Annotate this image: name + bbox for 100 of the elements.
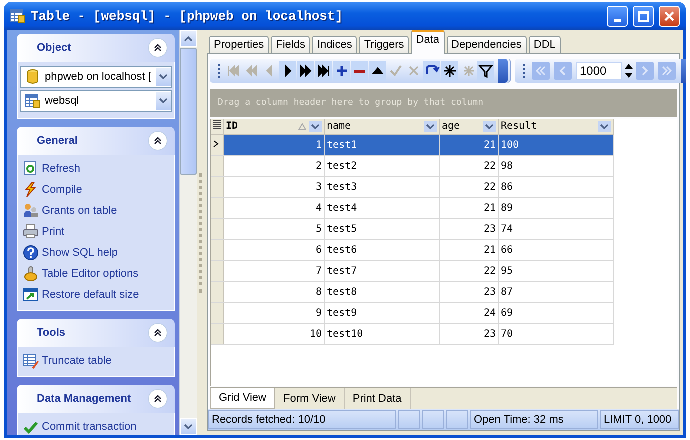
database-icon: [25, 69, 41, 85]
status-text: Open Time: 32 ms: [470, 410, 598, 429]
column-header[interactable]: ID: [224, 119, 324, 134]
group-header[interactable]: Tools: [17, 319, 175, 347]
group-title: Data Management: [37, 393, 132, 405]
tab[interactable]: Properties: [209, 36, 270, 53]
lightning-icon: [23, 182, 39, 198]
maximize-icon: [638, 10, 649, 22]
toolbar-button[interactable]: [477, 61, 494, 81]
group-header[interactable]: Data Management: [17, 385, 175, 413]
table-cell: 23: [440, 324, 498, 344]
dropdown-icon: [159, 98, 168, 104]
fast-forward-icon: [298, 63, 314, 79]
collapse-button[interactable]: [149, 39, 167, 57]
group-header[interactable]: Object: [17, 34, 175, 62]
toolbar-button[interactable]: [315, 61, 332, 81]
scrollbar[interactable]: [179, 30, 197, 435]
tab[interactable]: Dependencies: [446, 36, 527, 53]
column-header[interactable]: Result: [498, 119, 614, 134]
sidebar-link[interactable]: Table Editor options: [42, 268, 139, 280]
maximize-button[interactable]: [633, 6, 654, 26]
table-cell: test7: [324, 260, 440, 282]
page-size-field[interactable]: 1000: [576, 62, 622, 80]
combo-box[interactable]: websql: [20, 90, 172, 112]
collapse-button[interactable]: [149, 324, 167, 342]
status-text: LIMIT 0, 1000: [600, 410, 679, 429]
tab[interactable]: Triggers: [359, 36, 410, 53]
column-header[interactable]: age: [440, 119, 498, 134]
sidebar-link[interactable]: Restore default size: [42, 288, 140, 300]
users-icon: [23, 202, 39, 218]
toolbar-button[interactable]: [423, 61, 440, 81]
sidebar-link[interactable]: Print: [42, 226, 65, 238]
sidebar-link[interactable]: Grants on table: [42, 204, 118, 216]
sidebar-link[interactable]: Show SQL help: [42, 246, 118, 258]
table-cell: 22: [440, 156, 498, 176]
asterisk-icon: [442, 63, 458, 79]
toolbar-button[interactable]: [279, 61, 296, 81]
view-tab[interactable]: Grid View: [210, 388, 276, 409]
group-title: Tools: [37, 327, 67, 339]
group-header[interactable]: General: [17, 127, 175, 155]
dropdown-icon: [600, 124, 609, 130]
filter-dropdown[interactable]: [598, 121, 611, 132]
filter-dropdown[interactable]: [309, 121, 322, 132]
table-cell: 21: [440, 240, 498, 260]
table-cell: 66: [498, 240, 614, 260]
table-cell: test10: [324, 324, 440, 344]
tab[interactable]: Indices: [312, 36, 358, 53]
tab[interactable]: Data: [411, 30, 445, 54]
combo-box[interactable]: phpweb on localhost [: [20, 66, 172, 88]
column-chooser-icon[interactable]: [213, 120, 221, 130]
group-title: Object: [37, 42, 72, 54]
minimize-button[interactable]: [607, 6, 628, 26]
column-header[interactable]: name: [324, 119, 440, 134]
sidebar-link[interactable]: Compile: [42, 184, 82, 196]
dropdown-icon: [159, 74, 168, 80]
table-cell: 8: [224, 282, 324, 302]
table-cell: 21: [440, 134, 498, 156]
knob-icon: [23, 266, 39, 282]
table-cell: 69: [498, 302, 614, 324]
double-chevron-icon: [154, 44, 162, 52]
filter-dropdown[interactable]: [483, 121, 496, 132]
scroll-down-icon[interactable]: [184, 424, 193, 430]
close-button[interactable]: [659, 6, 680, 26]
collapse-button[interactable]: [149, 132, 167, 150]
row-indicator[interactable]: [211, 134, 224, 156]
table-cell: 9: [224, 302, 324, 324]
filter-dropdown[interactable]: [424, 121, 437, 132]
spinner-icon[interactable]: [624, 62, 634, 80]
sidebar-link[interactable]: Commit transaction: [42, 420, 137, 432]
table-cell: 10: [224, 324, 324, 344]
current-row-icon: [213, 140, 219, 148]
status-panel: [398, 410, 420, 429]
sidebar-link[interactable]: Refresh: [42, 162, 81, 174]
table-cell: 87: [498, 282, 614, 302]
toolbar-button[interactable]: [369, 61, 386, 81]
filter-icon: [478, 63, 494, 79]
table-cell: 22: [440, 260, 498, 282]
table-cell: test9: [324, 302, 440, 324]
table-cell: test8: [324, 282, 440, 302]
printer-icon: [23, 224, 39, 240]
table-cell: 24: [440, 302, 498, 324]
table-cell: test4: [324, 198, 440, 218]
last-record-icon: [316, 63, 332, 79]
table-cell: 86: [498, 176, 614, 198]
toolbar-button[interactable]: [441, 61, 458, 81]
toolbar-button[interactable]: [297, 61, 314, 81]
sidebar-link[interactable]: Truncate table: [42, 354, 112, 366]
table-cell: test5: [324, 218, 440, 240]
collapse-button[interactable]: [149, 390, 167, 408]
table-cell: 22: [440, 176, 498, 198]
scroll-up-icon[interactable]: [184, 36, 193, 42]
table-cell: 100: [498, 134, 614, 156]
tab[interactable]: DDL: [528, 36, 561, 53]
table-cell: 70: [498, 324, 614, 344]
toolbar-button[interactable]: [333, 61, 350, 81]
table-cell: 3: [224, 176, 324, 198]
double-chevron-icon: [154, 395, 162, 403]
dropdown-icon: [485, 124, 494, 130]
tab[interactable]: Fields: [271, 36, 310, 53]
table-cell: 5: [224, 218, 324, 240]
